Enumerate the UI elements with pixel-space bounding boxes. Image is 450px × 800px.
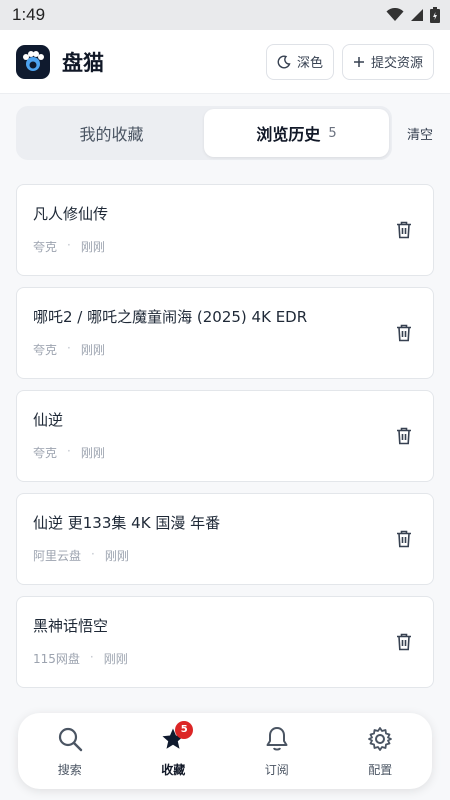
history-item-time: 刚刚 [80, 446, 105, 460]
plus-icon [353, 56, 364, 67]
header-actions: 深色 提交资源 [265, 43, 434, 80]
status-time: 1:49 [12, 5, 46, 24]
history-item-meta: 115网盘 · 刚刚 [33, 650, 417, 667]
tab-bar: 我的收藏 浏览历史 5 [16, 106, 392, 160]
delete-button[interactable] [393, 631, 415, 653]
history-item[interactable]: 凡人修仙传 夸克 · 刚刚 [16, 184, 434, 276]
app-title: 盘猫 [62, 50, 104, 75]
meta-separator: · [67, 341, 71, 355]
nav-settings[interactable]: 配置 [329, 713, 433, 789]
app-logo [16, 44, 50, 79]
history-item-title: 哪吒2 / 哪吒之魔童闹海 (2025) 4K EDR [33, 308, 308, 326]
history-item[interactable]: 哪吒2 / 哪吒之魔童闹海 (2025) 4K EDR 夸克 · 刚刚 [16, 287, 434, 379]
nav-subscribe[interactable]: 订阅 [225, 713, 329, 789]
trash-icon [397, 530, 411, 548]
trash-icon [397, 324, 411, 342]
trash-icon [397, 427, 411, 445]
history-item-title: 仙逆 更133集 4K 国漫 年番 [33, 514, 221, 532]
history-item-source: 夸克 [33, 446, 58, 460]
tab-history-label: 浏览历史 [256, 125, 321, 144]
nav-search-label: 搜索 [57, 762, 82, 777]
history-item[interactable]: 仙逆 夸克 · 刚刚 [16, 390, 434, 482]
nav-favorites-label: 收藏 [161, 762, 186, 777]
history-item-meta: 阿里云盘 · 刚刚 [33, 547, 417, 564]
tab-favorites-label: 我的收藏 [79, 125, 144, 144]
delete-button[interactable] [393, 528, 415, 550]
nav-settings-label: 配置 [368, 762, 393, 777]
clear-history-button[interactable]: 清空 [400, 106, 440, 160]
bottom-nav: 搜索 5 收藏 订阅 配置 [18, 713, 432, 789]
history-item-source: 夸克 [33, 240, 58, 254]
star-icon: 5 [159, 720, 194, 753]
signal-icon [411, 9, 423, 21]
history-item-meta: 夸克 · 刚刚 [33, 238, 417, 255]
status-icons [386, 7, 440, 23]
tab-history[interactable]: 浏览历史 5 [204, 109, 389, 157]
trash-icon [397, 221, 411, 239]
nav-subscribe-label: 订阅 [264, 762, 289, 777]
meta-separator: · [91, 547, 95, 561]
meta-separator: · [67, 238, 71, 252]
history-item-title: 仙逆 [33, 411, 64, 429]
trash-icon [397, 633, 411, 651]
battery-icon [430, 7, 440, 23]
theme-toggle-label: 深色 [296, 56, 323, 71]
history-item-source: 阿里云盘 [33, 549, 82, 563]
history-list: 凡人修仙传 夸克 · 刚刚 哪吒2 / 哪吒之魔童闹海 (2025) 4K ED… [16, 184, 434, 699]
history-item-meta: 夸克 · 刚刚 [33, 444, 417, 461]
meta-separator: · [89, 650, 94, 664]
history-item-meta: 夸克 · 刚刚 [33, 341, 417, 358]
status-bar: 1:49 [0, 0, 450, 30]
submit-resource-label: 提交资源 [370, 56, 423, 71]
paw-logo-icon [23, 50, 44, 71]
tab-favorites[interactable]: 我的收藏 [19, 109, 204, 157]
theme-toggle-button[interactable]: 深色 [265, 43, 334, 80]
history-item-time: 刚刚 [104, 549, 129, 563]
moon-icon [277, 54, 291, 68]
history-item-time: 刚刚 [80, 343, 105, 357]
wifi-icon [386, 8, 404, 21]
delete-button[interactable] [393, 219, 415, 241]
meta-separator: · [67, 444, 71, 458]
delete-button[interactable] [393, 425, 415, 447]
history-item-time: 刚刚 [103, 652, 128, 666]
history-item-source: 115网盘 [33, 652, 80, 666]
app-header: 盘猫 深色 提交资源 [0, 30, 450, 94]
search-icon [56, 725, 84, 753]
favorites-badge: 5 [175, 720, 194, 739]
history-item[interactable]: 黑神话悟空 115网盘 · 刚刚 [16, 596, 434, 688]
nav-search[interactable]: 搜索 [18, 713, 122, 789]
gear-icon [366, 725, 394, 753]
history-item-source: 夸克 [33, 343, 58, 357]
history-item[interactable]: 仙逆 更133集 4K 国漫 年番 阿里云盘 · 刚刚 [16, 493, 434, 585]
history-item-title: 凡人修仙传 [33, 205, 109, 223]
history-item-title: 黑神话悟空 [33, 617, 109, 635]
bell-icon [263, 725, 291, 753]
history-item-time: 刚刚 [80, 240, 105, 254]
tab-history-count: 5 [328, 125, 337, 141]
submit-resource-button[interactable]: 提交资源 [341, 43, 434, 80]
delete-button[interactable] [393, 322, 415, 344]
nav-favorites[interactable]: 5 收藏 [122, 713, 226, 789]
